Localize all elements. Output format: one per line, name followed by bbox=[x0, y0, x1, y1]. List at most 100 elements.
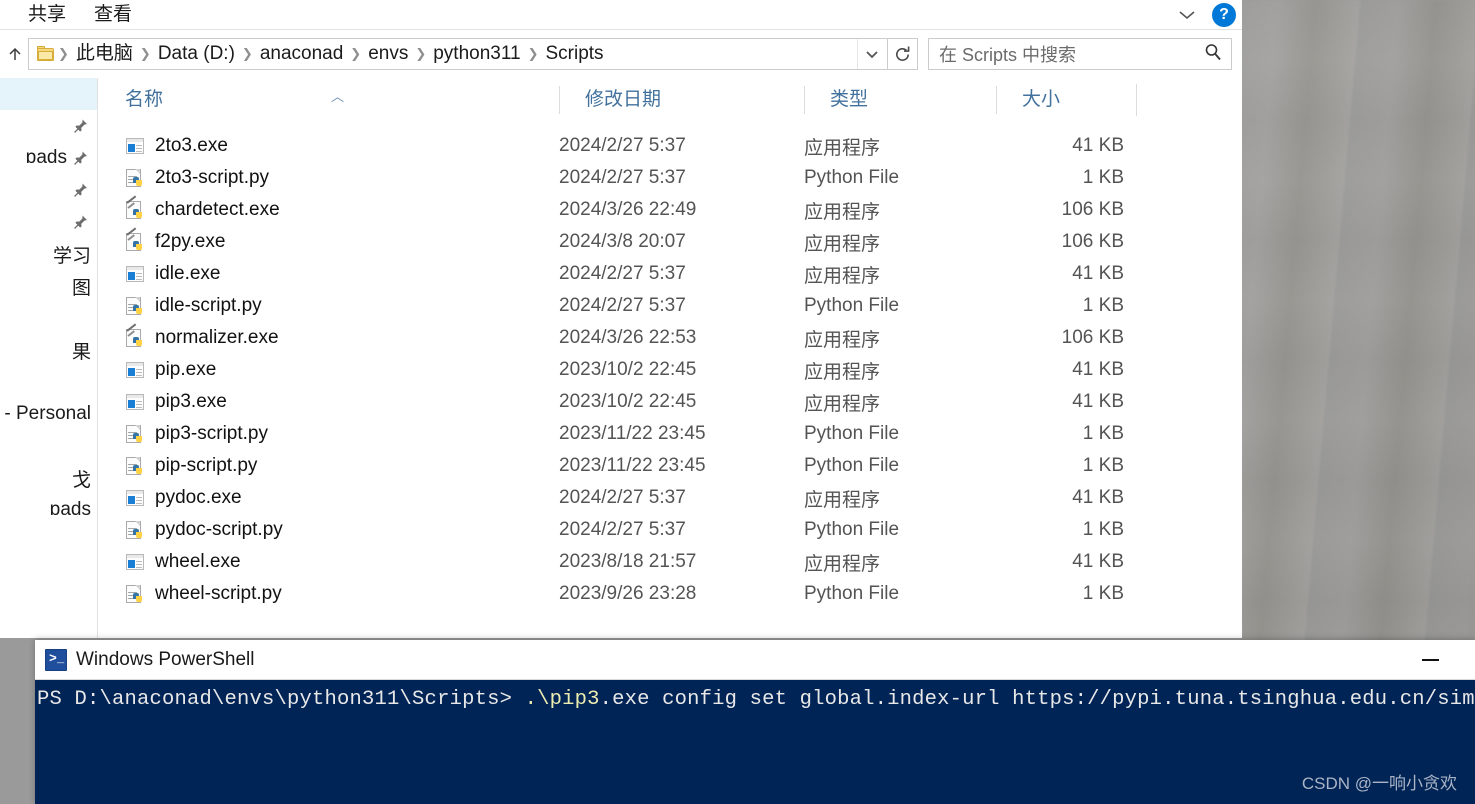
nav-pane-item-label: 学习 bbox=[52, 245, 91, 267]
file-name-label: wheel-script.py bbox=[155, 583, 282, 604]
file-row[interactable]: normalizer.exe 2024/3/26 22:53 应用程序 106 KB bbox=[99, 322, 1242, 354]
file-row[interactable]: 2to3-script.py 2024/2/27 5:37 Python File 1… bbox=[99, 162, 1242, 194]
nav-pane-item[interactable] bbox=[0, 174, 97, 206]
nav-pane-item[interactable]: 学习 bbox=[0, 238, 97, 270]
file-row[interactable]: chardetect.exe 2024/3/26 22:49 应用程序 106 KB bbox=[99, 194, 1242, 226]
ribbon-tab-share[interactable]: 共享 bbox=[0, 0, 80, 30]
nav-pane-item[interactable] bbox=[0, 78, 97, 110]
ribbon-tab-view[interactable]: 查看 bbox=[80, 0, 146, 30]
python-exe-icon bbox=[125, 323, 145, 348]
file-row[interactable]: pip3.exe 2023/10/2 22:45 应用程序 41 KB bbox=[99, 386, 1242, 418]
python-file-icon bbox=[125, 424, 145, 444]
file-type-cell: Python File bbox=[804, 455, 900, 476]
pin-icon[interactable] bbox=[73, 182, 89, 198]
address-breadcrumb-box[interactable]: ❯ 此电脑 ❯ Data (D:) ❯ anaconad ❯ envs ❯ py… bbox=[28, 38, 888, 70]
refresh-icon[interactable] bbox=[888, 38, 918, 70]
help-icon[interactable]: ? bbox=[1212, 3, 1236, 27]
nav-pane-item[interactable]: e - Personal bbox=[0, 398, 97, 430]
file-row[interactable]: pydoc-script.py 2024/2/27 5:37 Python File… bbox=[99, 514, 1242, 546]
pin-icon[interactable] bbox=[73, 118, 89, 134]
csdn-watermark: CSDN @一响小贪欢 bbox=[1301, 774, 1457, 793]
powershell-title-label: Windows PowerShell bbox=[76, 648, 255, 670]
chevron-down-icon[interactable] bbox=[857, 39, 885, 69]
powershell-console-body[interactable]: PS D:\anaconad\envs\python311\Scripts> .… bbox=[35, 680, 1475, 804]
nav-pane-item[interactable] bbox=[0, 206, 97, 238]
file-date-cell: 2023/10/2 22:45 bbox=[559, 391, 697, 412]
file-name-cell[interactable]: pip3.exe bbox=[99, 391, 559, 413]
breadcrumb-item-5[interactable]: Scripts bbox=[539, 39, 609, 69]
navigation-pane[interactable]: ɒads 学习 图 果 e - Personal 戈 ɒads bbox=[0, 78, 98, 638]
file-name-cell[interactable]: pydoc-script.py bbox=[99, 519, 559, 541]
nav-pane-item[interactable] bbox=[0, 302, 97, 334]
file-size-cell: 1 KB bbox=[1082, 455, 1124, 476]
nav-pane-item-label: ɒads bbox=[25, 147, 67, 168]
search-input[interactable]: 在 Scripts 中搜索 bbox=[928, 38, 1232, 70]
breadcrumb-item-3[interactable]: envs bbox=[362, 39, 414, 69]
file-size-cell: 106 KB bbox=[1061, 327, 1124, 348]
file-name-cell[interactable]: idle.exe bbox=[99, 263, 559, 285]
column-header-name[interactable]: 名称 ︿ bbox=[99, 84, 559, 116]
file-name-cell[interactable]: pip.exe bbox=[99, 359, 559, 381]
file-name-cell[interactable]: f2py.exe bbox=[99, 227, 559, 253]
chevron-down-icon[interactable] bbox=[1176, 4, 1198, 26]
file-name-cell[interactable]: wheel.exe bbox=[99, 551, 559, 573]
file-type-cell: Python File bbox=[804, 423, 900, 444]
nav-pane-item[interactable]: ɒads bbox=[0, 494, 97, 526]
breadcrumb-item-2[interactable]: anaconad bbox=[254, 39, 349, 69]
file-row[interactable]: idle.exe 2024/2/27 5:37 应用程序 41 KB bbox=[99, 258, 1242, 290]
file-row[interactable]: f2py.exe 2024/3/8 20:07 应用程序 106 KB bbox=[99, 226, 1242, 258]
file-list[interactable]: 2to3.exe 2024/2/27 5:37 应用程序 41 KB 2to3-scri… bbox=[99, 130, 1242, 630]
file-name-cell[interactable]: wheel-script.py bbox=[99, 583, 559, 605]
file-name-label: 2to3-script.py bbox=[155, 167, 270, 188]
file-date-cell: 2024/3/8 20:07 bbox=[559, 231, 686, 252]
file-row[interactable]: wheel.exe 2023/8/18 21:57 应用程序 41 KB bbox=[99, 546, 1242, 578]
file-name-cell[interactable]: chardetect.exe bbox=[99, 195, 559, 221]
exe-icon bbox=[125, 488, 145, 508]
file-name-cell[interactable]: pip3-script.py bbox=[99, 423, 559, 445]
nav-pane-item[interactable]: 果 bbox=[0, 334, 97, 366]
file-row[interactable]: pip3-script.py 2023/11/22 23:45 Python Fil… bbox=[99, 418, 1242, 450]
nav-pane-item[interactable] bbox=[0, 366, 97, 398]
column-header-type[interactable]: 类型 bbox=[804, 84, 996, 116]
file-row[interactable]: pydoc.exe 2024/2/27 5:37 应用程序 41 KB bbox=[99, 482, 1242, 514]
breadcrumb-item-4[interactable]: python311 bbox=[427, 39, 526, 69]
file-name-cell[interactable]: pydoc.exe bbox=[99, 487, 559, 509]
file-name-cell[interactable]: 2to3.exe bbox=[99, 135, 559, 157]
nav-pane-item[interactable] bbox=[0, 110, 97, 142]
file-size-cell: 1 KB bbox=[1082, 295, 1124, 316]
file-date-cell: 2024/2/27 5:37 bbox=[559, 167, 686, 188]
search-icon[interactable] bbox=[1203, 42, 1223, 67]
arrow-up-icon[interactable] bbox=[0, 45, 26, 63]
ribbon-tab-list: 共享 查看 bbox=[0, 0, 1242, 30]
powershell-window[interactable]: Windows PowerShell PS D:\anaconad\envs\p… bbox=[35, 640, 1475, 804]
file-type-cell: 应用程序 bbox=[804, 233, 881, 255]
column-header-date[interactable]: 修改日期 bbox=[559, 84, 804, 116]
breadcrumb-separator: ❯ bbox=[350, 46, 362, 61]
file-name-cell[interactable]: normalizer.exe bbox=[99, 323, 559, 349]
nav-pane-item[interactable]: ɒads bbox=[0, 142, 97, 174]
python-file-icon bbox=[125, 584, 145, 604]
breadcrumb: ❯ 此电脑 ❯ Data (D:) ❯ anaconad ❯ envs ❯ py… bbox=[57, 39, 857, 69]
nav-pane-item[interactable] bbox=[0, 430, 97, 462]
nav-pane-item[interactable]: 戈 bbox=[0, 462, 97, 494]
file-row[interactable]: wheel-script.py 2023/9/26 23:28 Python Fil… bbox=[99, 578, 1242, 610]
file-row[interactable]: 2to3.exe 2024/2/27 5:37 应用程序 41 KB bbox=[99, 130, 1242, 162]
breadcrumb-item-1[interactable]: Data (D:) bbox=[152, 39, 241, 69]
folder-icon bbox=[37, 46, 55, 62]
pin-icon[interactable] bbox=[73, 150, 89, 166]
file-name-cell[interactable]: 2to3-script.py bbox=[99, 167, 559, 189]
nav-pane-item-label: 图 bbox=[71, 277, 91, 299]
file-size-cell: 1 KB bbox=[1082, 583, 1124, 604]
breadcrumb-item-0[interactable]: 此电脑 bbox=[70, 39, 139, 69]
file-name-cell[interactable]: pip-script.py bbox=[99, 455, 559, 477]
file-row[interactable]: idle-script.py 2024/2/27 5:37 Python File 1… bbox=[99, 290, 1242, 322]
column-header-size[interactable]: 大小 bbox=[996, 84, 1136, 116]
minimize-button[interactable] bbox=[1407, 640, 1453, 680]
nav-pane-item[interactable]: 图 bbox=[0, 270, 97, 302]
file-name-cell[interactable]: idle-script.py bbox=[99, 295, 559, 317]
powershell-title-bar[interactable]: Windows PowerShell bbox=[35, 640, 1475, 680]
file-name-label: pip3.exe bbox=[155, 391, 227, 412]
pin-icon[interactable] bbox=[73, 214, 89, 230]
file-row[interactable]: pip.exe 2023/10/2 22:45 应用程序 41 KB bbox=[99, 354, 1242, 386]
file-row[interactable]: pip-script.py 2023/11/22 23:45 Python File… bbox=[99, 450, 1242, 482]
